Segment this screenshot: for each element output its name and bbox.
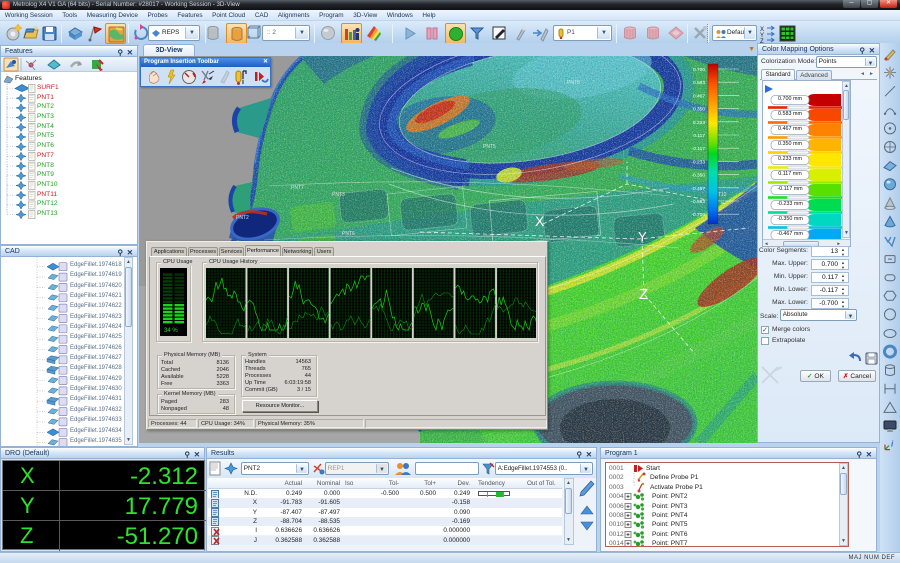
svg-text:0.117: 0.117 — [693, 133, 705, 139]
svg-text:0.467: 0.467 — [693, 93, 705, 99]
svg-text:Y: Y — [638, 229, 647, 244]
svg-text:34 %: 34 % — [164, 328, 178, 334]
svg-text:-0.350: -0.350 — [691, 173, 705, 179]
svg-text:PNT2: PNT2 — [236, 215, 249, 221]
svg-text:0.350: 0.350 — [693, 107, 705, 113]
svg-text:0.233: 0.233 — [693, 120, 705, 126]
svg-text:-0.583: -0.583 — [691, 199, 705, 205]
svg-text:0.700: 0.700 — [693, 67, 705, 73]
svg-text:X: X — [535, 213, 545, 229]
svg-text:i: i — [242, 79, 244, 86]
svg-text:Z: Z — [639, 286, 648, 303]
svg-text:PNT6: PNT6 — [342, 231, 355, 237]
svg-text:-0.467: -0.467 — [691, 186, 705, 192]
svg-text:PNT7: PNT7 — [291, 185, 304, 191]
svg-text:i: i — [891, 440, 894, 449]
svg-text:0.583: 0.583 — [693, 80, 705, 86]
svg-text:-0.700: -0.700 — [691, 212, 705, 218]
svg-text:PNT3: PNT3 — [332, 192, 345, 198]
svg-text:PNT5: PNT5 — [483, 144, 496, 150]
svg-text:PNT8: PNT8 — [567, 80, 580, 86]
svg-text:-0.117: -0.117 — [692, 146, 706, 152]
svg-text:-0.233: -0.233 — [691, 159, 705, 165]
